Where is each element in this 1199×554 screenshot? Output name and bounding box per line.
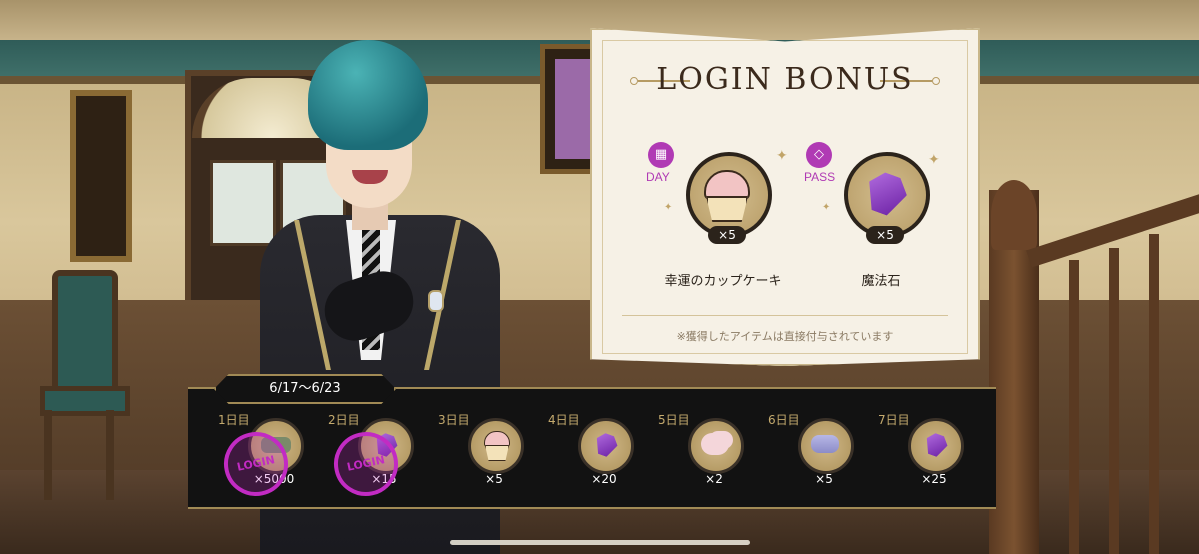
newel-finial <box>991 180 1037 250</box>
day-quantity: ×2 <box>705 472 723 486</box>
day-label: 5日目 <box>658 413 690 427</box>
puff-icon <box>688 418 744 474</box>
gem-icon <box>908 418 964 474</box>
calendar-day-2: 2日目 ×15 LOGIN <box>300 408 414 502</box>
cupcake-icon <box>468 418 524 474</box>
home-indicator[interactable] <box>450 540 750 545</box>
calendar-day-7: 7日目 ×25 <box>850 408 964 498</box>
painting-canvas <box>555 59 595 159</box>
day-quantity: ×5 <box>485 472 503 486</box>
gem-shape <box>592 431 620 459</box>
day-quantity: ×5 <box>815 472 833 486</box>
wall-portrait <box>70 90 132 262</box>
chair-seat <box>40 386 130 416</box>
reward-pass: ◇ PASS ×5 ✦ ✦ 魔法石 <box>804 142 956 312</box>
calendar-day-4: 4日目 ×20 <box>520 408 634 498</box>
chair-leg <box>44 410 52 500</box>
reward-name: 幸運のカップケーキ <box>664 274 782 289</box>
date-range-tab: 6/17〜6/23 <box>214 374 396 404</box>
panel-note: ※獲得したアイテムは直接付与されています <box>676 330 894 343</box>
chair-leg <box>106 410 114 500</box>
gem-shape <box>922 431 950 459</box>
sparkle-icon: ✦ <box>776 148 788 164</box>
day-label: 3日目 <box>438 413 470 427</box>
character-hair <box>308 40 428 150</box>
chair-back <box>52 270 118 392</box>
staircase <box>969 180 1199 554</box>
login-bonus-panel: LOGIN BONUS ▦ DAY ×5 ✦ ✦ 幸運のカップケーキ ◇ PAS… <box>590 28 980 366</box>
diamond-icon: ◇ <box>806 142 832 168</box>
day-quantity: ×20 <box>591 472 617 486</box>
calendar-day-3: 3日目 ×5 <box>410 408 524 498</box>
macaron-shape <box>811 435 839 453</box>
reward-type-label: PASS <box>804 170 836 184</box>
armchair <box>40 270 130 500</box>
day-label: 2日目 <box>328 413 360 427</box>
cupcake-wrapper <box>485 445 509 461</box>
panel-divider <box>622 315 948 316</box>
reward-type-label: DAY <box>646 170 670 184</box>
brooch <box>428 290 444 312</box>
day-label: 4日目 <box>548 413 580 427</box>
day-label: 6日目 <box>768 413 800 427</box>
gem-shape <box>860 168 911 219</box>
reward-name: 魔法石 <box>861 274 901 289</box>
day-label: 1日目 <box>218 413 250 427</box>
sparkle-icon: ✦ <box>928 152 940 168</box>
cupcake-frosting <box>704 170 750 200</box>
calendar-day-6: 6日目 ×5 <box>740 408 854 498</box>
gem-icon <box>578 418 634 474</box>
puff-shape <box>701 433 729 455</box>
reward-quantity: ×5 <box>866 226 904 244</box>
day-label: 7日目 <box>878 413 910 427</box>
baluster <box>1149 234 1159 554</box>
reward-day: ▦ DAY ×5 ✦ ✦ 幸運のカップケーキ <box>646 142 798 312</box>
calendar-day-5: 5日目 ×2 <box>630 408 744 498</box>
sparkle-icon: ✦ <box>822 202 831 213</box>
day-quantity: ×25 <box>921 472 947 486</box>
panel-title: LOGIN BONUS <box>656 62 914 97</box>
cupcake-frosting <box>484 431 510 447</box>
reward-quantity: ×5 <box>708 226 746 244</box>
calendar-icon: ▦ <box>648 142 674 168</box>
cupcake-wrapper <box>706 196 748 222</box>
sparkle-icon: ✦ <box>664 202 673 213</box>
macaron-icon <box>798 418 854 474</box>
calendar-day-1: 1日目 ×5000 LOGIN <box>190 408 304 502</box>
smile <box>352 170 388 184</box>
baluster <box>1109 248 1119 554</box>
baluster <box>1069 260 1079 554</box>
